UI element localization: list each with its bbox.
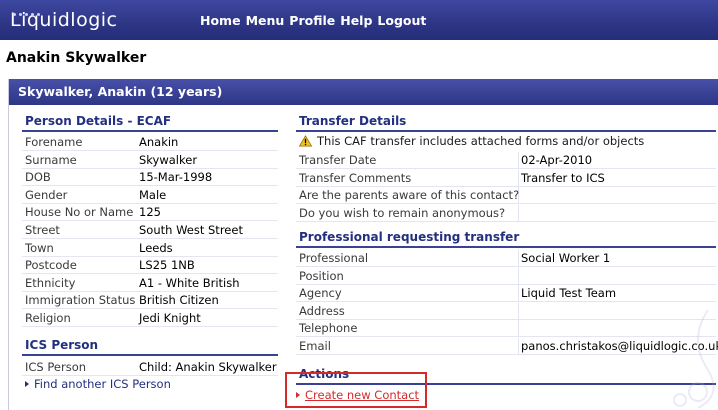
professional-detail-label: Agency	[299, 285, 519, 303]
transfer-detail-row: Do you wish to remain anonymous?	[296, 204, 716, 222]
person-detail-row: Street South West Street	[22, 222, 278, 239]
person-detail-label: Immigration Status	[25, 293, 136, 308]
nav-profile[interactable]: Profile	[289, 13, 335, 28]
nav-home[interactable]: Home	[200, 13, 241, 28]
transfer-detail-label: Transfer Date	[299, 152, 519, 169]
warning-icon	[299, 135, 312, 147]
person-detail-row: Religion Jedi Knight	[22, 310, 278, 327]
transfer-detail-row: Transfer Date 02-Apr-2010	[296, 152, 716, 169]
person-detail-value: Male	[139, 187, 167, 202]
logo-dots	[13, 6, 59, 16]
person-detail-label: Street	[25, 223, 60, 237]
person-detail-value: Leeds	[139, 240, 173, 255]
transfer-detail-value: Transfer to ICS	[521, 170, 605, 185]
person-detail-value: Jedi Knight	[139, 311, 201, 325]
professional-detail-value: Social Worker 1	[521, 251, 611, 265]
person-detail-label: Forename	[25, 135, 83, 149]
professional-detail-label: Email	[299, 338, 519, 355]
professional-detail-label: Position	[299, 267, 519, 285]
page-title: Anakin Skywalker	[6, 50, 147, 66]
transfer-notice-text: This CAF transfer includes attached form…	[317, 134, 645, 148]
professional-detail-row: Professional Social Worker 1	[296, 250, 716, 267]
person-detail-row: House No or Name 125	[22, 204, 278, 222]
person-detail-row: Ethnicity A1 - White British	[22, 275, 278, 292]
panel-header: Skywalker, Anakin (12 years)	[9, 79, 718, 105]
create-new-contact-link[interactable]: Create new Contact	[305, 388, 419, 402]
person-detail-label: Religion	[25, 311, 71, 325]
transfer-detail-label: Do you wish to remain anonymous?	[299, 204, 519, 222]
person-detail-row: DOB 15-Mar-1998	[22, 169, 278, 187]
person-detail-value: Skywalker	[139, 152, 198, 167]
person-detail-value: 125	[139, 205, 161, 220]
transfer-detail-label: Transfer Comments	[299, 169, 519, 187]
professional-detail-label: Professional	[299, 250, 519, 267]
person-detail-row: Gender Male	[22, 187, 278, 204]
ics-person-link[interactable]: Child: Anakin Skywalker	[139, 359, 277, 376]
ics-person-row: ICS Person Child: Anakin Skywalker	[22, 359, 278, 376]
person-detail-value: A1 - White British	[139, 275, 240, 290]
person-detail-row: Forename Anakin	[22, 134, 278, 151]
person-detail-row: Surname Skywalker	[22, 152, 278, 169]
person-detail-value: South West Street	[139, 223, 243, 237]
person-detail-value: LS25 1NB	[139, 258, 195, 273]
transfer-details-heading: Transfer Details	[296, 113, 716, 132]
nav-logout[interactable]: Logout	[377, 13, 426, 28]
person-detail-value: 15-Mar-1998	[139, 170, 213, 185]
person-detail-label: DOB	[25, 170, 51, 185]
professional-detail-label: Address	[299, 302, 519, 320]
top-bar: Liquidlogic Home Menu Profile Help Logou…	[0, 0, 718, 40]
nav-help[interactable]: Help	[340, 13, 372, 28]
person-detail-label: Gender	[25, 187, 68, 202]
person-detail-value: British Citizen	[139, 293, 219, 308]
ics-person-label: ICS Person	[25, 360, 87, 374]
professional-heading: Professional requesting transfer	[296, 229, 716, 248]
person-detail-value: Anakin	[139, 135, 179, 149]
professional-detail-value: Liquid Test Team	[521, 286, 617, 301]
bullet-arrow-icon	[296, 391, 300, 398]
nav-menu[interactable]: Menu	[246, 13, 285, 28]
person-detail-row: Postcode LS25 1NB	[22, 257, 278, 275]
person-detail-label: Postcode	[25, 258, 77, 273]
create-contact-action: Create new Contact	[296, 388, 419, 402]
find-another-ics-person-link[interactable]: Find another ICS Person	[34, 377, 171, 391]
person-detail-label: House No or Name	[25, 205, 134, 220]
transfer-detail-value: 02-Apr-2010	[521, 153, 593, 167]
bullet-arrow-icon	[25, 380, 29, 387]
transfer-detail-label: Are the parents aware of this contact?	[299, 187, 520, 205]
transfer-detail-row: Transfer Comments Transfer to ICS	[296, 169, 716, 187]
ics-person-heading: ICS Person	[22, 337, 278, 356]
watermark-decoration	[673, 309, 715, 409]
person-detail-row: Immigration Status British Citizen	[22, 292, 278, 310]
main-nav: Home Menu Profile Help Logout	[200, 0, 426, 40]
find-ics-person: Find another ICS Person	[25, 377, 171, 391]
professional-detail-row: Position	[296, 267, 716, 285]
transfer-detail-row: Are the parents aware of this contact?	[296, 187, 716, 205]
transfer-notice: This CAF transfer includes attached form…	[299, 134, 644, 148]
liquidlogic-logo: Liquidlogic	[10, 8, 118, 32]
professional-detail-label: Telephone	[299, 320, 519, 338]
person-detail-row: Town Leeds	[22, 240, 278, 257]
person-details-heading: Person Details - ECAF	[22, 113, 278, 132]
person-detail-label: Town	[25, 240, 54, 255]
person-detail-label: Surname	[25, 152, 77, 167]
person-detail-label: Ethnicity	[25, 275, 76, 290]
